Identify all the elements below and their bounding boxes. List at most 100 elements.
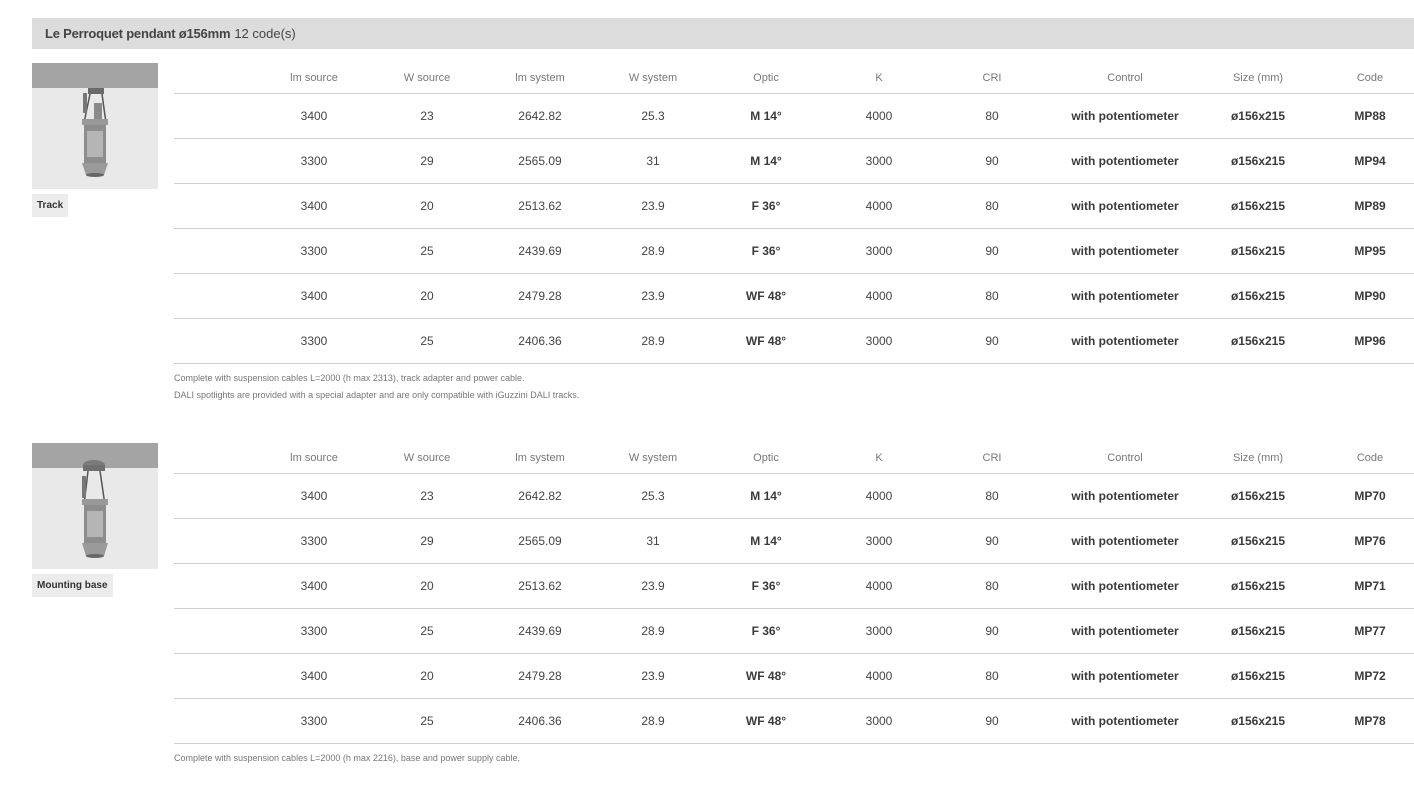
cell-w-source: 25 bbox=[420, 244, 434, 258]
pendant-base-image bbox=[82, 460, 108, 558]
cell-code: MP94 bbox=[1354, 154, 1386, 168]
cell-w-system: 25.3 bbox=[641, 489, 665, 503]
cell-code: MP90 bbox=[1354, 289, 1386, 303]
col-cri: CRI bbox=[982, 452, 1002, 464]
cell-control: with potentiometer bbox=[1071, 534, 1179, 548]
cell-w-system: 31 bbox=[646, 154, 660, 168]
cell-lm-system: 2565.09 bbox=[518, 154, 562, 168]
cell-lm-source: 3400 bbox=[300, 579, 328, 593]
cell-lm-source: 3300 bbox=[300, 154, 328, 168]
table-row: 3400 20 2513.62 23.9 F 36° 4000 80 with potenti… bbox=[174, 564, 1414, 609]
table-row: 3300 25 2439.69 28.9 F 36° 3000 90 with potenti… bbox=[174, 229, 1414, 274]
table-row: 3400 23 2642.82 25.3 M 14° 4000 80 with potenti… bbox=[174, 474, 1414, 519]
cell-w-source: 20 bbox=[420, 199, 434, 213]
cell-w-source: 20 bbox=[420, 289, 434, 303]
cell-control: with potentiometer bbox=[1071, 334, 1179, 348]
cell-control: with potentiometer bbox=[1071, 579, 1179, 593]
col-w-source: W source bbox=[403, 452, 451, 464]
cell-size: ø156x215 bbox=[1230, 334, 1286, 348]
cell-k: 4000 bbox=[865, 489, 893, 503]
cell-cri: 80 bbox=[985, 289, 999, 303]
col-cri: CRI bbox=[982, 72, 1002, 84]
cell-optic: F 36° bbox=[751, 244, 781, 258]
cell-cri: 90 bbox=[985, 624, 999, 638]
product-thumbnail-mounting-base[interactable] bbox=[32, 443, 158, 569]
table-header-row: lm source W source lm system W system Op… bbox=[174, 63, 1414, 94]
cell-w-system: 23.9 bbox=[641, 669, 665, 683]
mounting-type-label: Mounting base bbox=[32, 574, 113, 597]
cell-cri: 90 bbox=[985, 334, 999, 348]
cell-control: with potentiometer bbox=[1071, 489, 1179, 503]
col-optic: Optic bbox=[753, 452, 779, 464]
cell-control: with potentiometer bbox=[1071, 244, 1179, 258]
cell-w-source: 29 bbox=[420, 534, 434, 548]
cell-lm-source: 3300 bbox=[300, 714, 328, 728]
cell-lm-system: 2642.82 bbox=[518, 489, 562, 503]
cell-k: 3000 bbox=[865, 334, 893, 348]
cell-size: ø156x215 bbox=[1230, 289, 1286, 303]
table-row: 3300 25 2406.36 28.9 WF 48° 3000 90 with potent… bbox=[174, 699, 1414, 744]
cell-w-system: 23.9 bbox=[641, 289, 665, 303]
col-size: Size (mm) bbox=[1232, 452, 1284, 464]
cell-cri: 80 bbox=[985, 579, 999, 593]
cell-control: with potentiometer bbox=[1071, 669, 1179, 683]
cell-w-system: 28.9 bbox=[641, 244, 665, 258]
col-k: K bbox=[875, 72, 883, 84]
cell-k: 3000 bbox=[865, 534, 893, 548]
cell-w-source: 29 bbox=[420, 154, 434, 168]
cell-w-source: 25 bbox=[420, 714, 434, 728]
cell-lm-system: 2513.62 bbox=[518, 579, 562, 593]
cell-control: with potentiometer bbox=[1071, 714, 1179, 728]
cell-control: with potentiometer bbox=[1071, 109, 1179, 123]
cell-k: 3000 bbox=[865, 154, 893, 168]
col-w-system: W system bbox=[628, 452, 678, 464]
cell-optic: F 36° bbox=[751, 624, 781, 638]
col-code: Code bbox=[1356, 452, 1384, 464]
cell-control: with potentiometer bbox=[1071, 199, 1179, 213]
cell-code: MP71 bbox=[1354, 579, 1386, 593]
col-control: Control bbox=[1107, 452, 1143, 464]
cell-cri: 90 bbox=[985, 154, 999, 168]
cell-w-source: 23 bbox=[420, 489, 434, 503]
cell-code: MP88 bbox=[1354, 109, 1386, 123]
cell-code: MP95 bbox=[1354, 244, 1386, 258]
cell-lm-source: 3400 bbox=[300, 669, 328, 683]
cell-optic: WF 48° bbox=[745, 334, 787, 348]
col-control: Control bbox=[1107, 72, 1143, 84]
cell-lm-system: 2642.82 bbox=[518, 109, 562, 123]
cell-k: 4000 bbox=[865, 579, 893, 593]
col-w-source: W source bbox=[403, 72, 451, 84]
cell-w-system: 23.9 bbox=[641, 199, 665, 213]
col-w-system: W system bbox=[628, 72, 678, 84]
cell-code: MP76 bbox=[1354, 534, 1386, 548]
col-lm-source: lm source bbox=[290, 452, 338, 464]
codes-table-mounting-base: lm source W source lm system W system Op… bbox=[174, 443, 1414, 744]
table-row: 3300 25 2439.69 28.9 F 36° 3000 90 with potenti… bbox=[174, 609, 1414, 654]
cell-lm-source: 3400 bbox=[300, 199, 328, 213]
cell-size: ø156x215 bbox=[1230, 669, 1286, 683]
cell-optic: M 14° bbox=[750, 534, 782, 548]
product-thumbnail-track[interactable] bbox=[32, 63, 158, 189]
cell-lm-source: 3300 bbox=[300, 624, 328, 638]
table-row: 3400 20 2513.62 23.9 F 36° 4000 80 with potenti… bbox=[174, 184, 1414, 229]
cell-w-system: 28.9 bbox=[641, 714, 665, 728]
cell-optic: M 14° bbox=[750, 489, 782, 503]
cell-w-system: 28.9 bbox=[641, 334, 665, 348]
cell-optic: WF 48° bbox=[745, 669, 787, 683]
col-lm-system: lm system bbox=[515, 452, 565, 464]
cell-lm-system: 2479.28 bbox=[518, 669, 562, 683]
cell-k: 4000 bbox=[865, 109, 893, 123]
cell-code: MP72 bbox=[1354, 669, 1386, 683]
cell-lm-source: 3300 bbox=[300, 244, 328, 258]
cell-w-source: 20 bbox=[420, 669, 434, 683]
cell-lm-source: 3300 bbox=[300, 534, 328, 548]
cell-cri: 90 bbox=[985, 244, 999, 258]
cell-code: MP70 bbox=[1354, 489, 1386, 503]
cell-code: MP78 bbox=[1354, 714, 1386, 728]
cell-lm-system: 2439.69 bbox=[518, 624, 562, 638]
cell-cri: 80 bbox=[985, 109, 999, 123]
cell-k: 3000 bbox=[865, 714, 893, 728]
cell-optic: M 14° bbox=[750, 109, 782, 123]
cell-size: ø156x215 bbox=[1230, 244, 1286, 258]
pendant-track-image bbox=[82, 88, 108, 177]
